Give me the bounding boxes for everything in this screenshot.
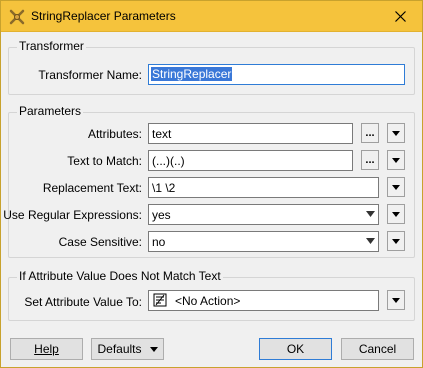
help-button-label: Help — [34, 342, 59, 356]
text-to-match-input[interactable]: (...)(..) — [148, 150, 353, 171]
parameters-group: Parameters Attributes: text ... Text to … — [3, 104, 415, 258]
attributes-label: Attributes: — [87, 127, 142, 141]
replacement-text-label: Replacement Text: — [42, 181, 142, 195]
ok-button[interactable]: OK — [259, 338, 332, 360]
triangle-down-icon — [392, 130, 400, 136]
replacement-text-input[interactable]: \1 \2 — [148, 177, 379, 198]
triangle-down-icon — [392, 211, 400, 217]
transformer-group: Transformer Transformer Name: StringRepl… — [8, 39, 415, 95]
chevron-down-icon — [366, 238, 375, 244]
defaults-button[interactable]: Defaults — [91, 338, 164, 360]
set-value-input[interactable]: <No Action> — [148, 290, 379, 311]
text-to-match-label: Text to Match: — [67, 154, 142, 168]
ellipsis-icon: ... — [365, 126, 375, 139]
close-button[interactable] — [378, 1, 422, 31]
case-sensitive-label: Case Sensitive: — [58, 235, 142, 249]
chevron-down-icon — [366, 211, 375, 217]
text-to-match-browse-button[interactable]: ... — [361, 150, 379, 170]
attributes-value: text — [152, 127, 172, 141]
use-regex-menu-button[interactable] — [387, 204, 405, 224]
triangle-down-icon — [392, 157, 400, 163]
dialog-window: StringReplacer Parameters Transformer Tr… — [0, 0, 423, 368]
title-bar: StringReplacer Parameters — [1, 1, 422, 32]
window-title: StringReplacer Parameters — [31, 9, 176, 23]
use-regex-value: yes — [152, 208, 171, 222]
transformer-name-input[interactable]: StringReplacer — [148, 64, 405, 85]
transformer-group-title: Transformer — [17, 39, 86, 53]
set-value-label: Set Attribute Value To: — [24, 295, 142, 309]
attributes-input[interactable]: text — [148, 123, 353, 144]
replacement-text-menu-button[interactable] — [387, 177, 405, 197]
ellipsis-icon: ... — [365, 153, 375, 166]
case-sensitive-menu-button[interactable] — [387, 231, 405, 251]
cancel-button[interactable]: Cancel — [341, 338, 414, 360]
replacement-text-value: \1 \2 — [152, 181, 176, 195]
attributes-browse-button[interactable]: ... — [361, 123, 379, 143]
use-regex-select[interactable]: yes — [148, 204, 379, 225]
use-regex-label: Use Regular Expressions: — [3, 208, 142, 222]
transformer-name-label: Transformer Name: — [38, 68, 142, 82]
transformer-name-value: StringReplacer — [151, 67, 233, 81]
cancel-button-label: Cancel — [358, 342, 397, 356]
triangle-down-icon — [392, 238, 400, 244]
help-button[interactable]: Help — [10, 338, 83, 360]
ok-button-label: OK — [286, 342, 305, 356]
triangle-down-icon — [392, 297, 400, 303]
defaults-button-label: Defaults — [97, 342, 142, 356]
case-sensitive-value: no — [152, 235, 166, 249]
close-icon — [394, 10, 406, 22]
triangle-down-icon — [392, 184, 400, 190]
text-to-match-value: (...)(..) — [152, 154, 185, 168]
fme-transformer-icon — [9, 9, 25, 25]
text-to-match-menu-button[interactable] — [387, 150, 405, 170]
case-sensitive-select[interactable]: no — [148, 231, 379, 252]
mismatch-group: If Attribute Value Does Not Match Text S… — [8, 269, 415, 321]
parameters-group-title: Parameters — [17, 104, 84, 118]
mismatch-group-title: If Attribute Value Does Not Match Text — [17, 269, 223, 283]
triangle-down-icon — [149, 346, 158, 352]
constant-value-icon — [153, 293, 167, 307]
set-value-menu-button[interactable] — [387, 290, 405, 310]
set-value-value: <No Action> — [175, 294, 241, 308]
attributes-menu-button[interactable] — [387, 123, 405, 143]
